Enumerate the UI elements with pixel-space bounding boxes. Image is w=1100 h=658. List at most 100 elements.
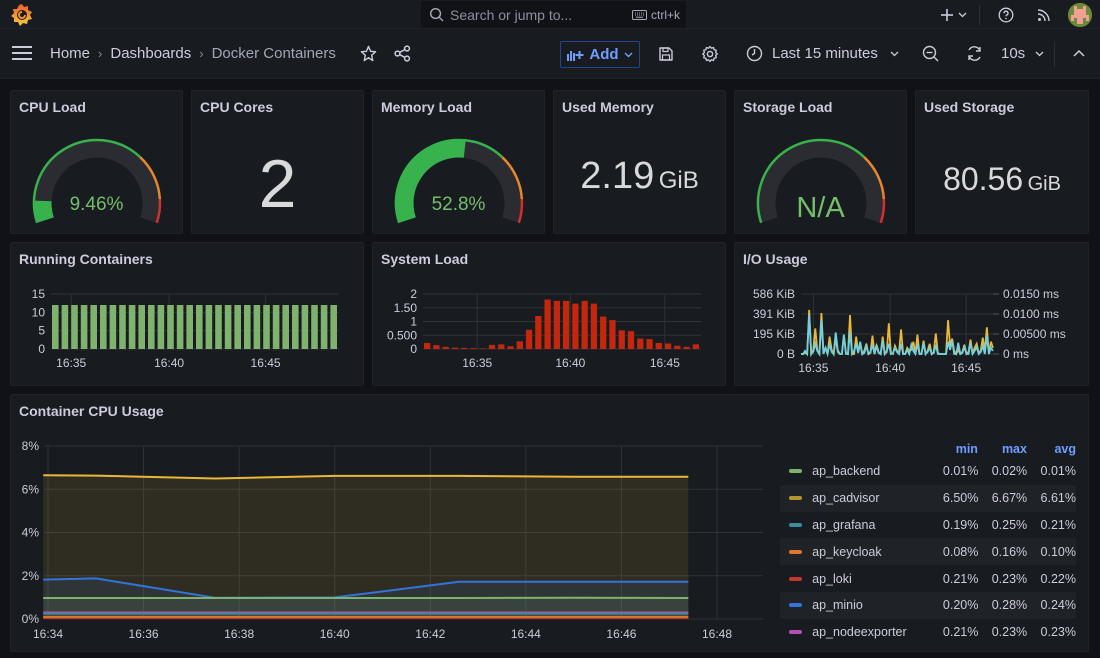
refresh-interval-picker[interactable]: 10s xyxy=(1001,45,1044,62)
legend-avg: 0.22% xyxy=(1040,571,1076,586)
panel-used-storage[interactable]: Used Storage 80.56 GiB xyxy=(915,90,1089,234)
bar xyxy=(128,305,136,349)
share-button[interactable] xyxy=(394,45,411,62)
bar xyxy=(301,305,309,349)
save-button[interactable] xyxy=(658,46,674,62)
legend-name: ap_keycloak xyxy=(812,544,882,559)
bar xyxy=(498,344,505,349)
bar xyxy=(600,316,607,349)
bar xyxy=(553,300,560,349)
legend-max: 0.25% xyxy=(991,517,1028,532)
x-tick-label: 16:40 xyxy=(320,627,350,641)
panel-memory-load[interactable]: Memory Load 52.8% xyxy=(372,90,545,234)
grafana-logo-icon[interactable] xyxy=(9,3,35,27)
breadcrumb-home[interactable]: Home xyxy=(50,45,90,62)
clock-icon xyxy=(746,45,763,62)
collapse-button[interactable] xyxy=(1073,49,1085,57)
shortcut-label: ctrl+k xyxy=(650,7,680,22)
bar xyxy=(451,347,459,349)
bar xyxy=(196,305,203,349)
zoom-out-button[interactable] xyxy=(922,45,939,62)
bar xyxy=(646,339,653,349)
bar xyxy=(234,305,241,349)
zoom-out-icon xyxy=(922,45,939,62)
time-range-picker[interactable]: Last 15 minutes xyxy=(746,45,899,62)
help-button[interactable] xyxy=(986,7,1026,23)
chevron-down-icon xyxy=(624,52,633,57)
avatar[interactable] xyxy=(1068,2,1092,27)
bar xyxy=(618,330,625,349)
bar xyxy=(90,305,97,349)
legend-row-ap_keycloak[interactable]: ap_keycloak 0.08% 0.16% 0.10% xyxy=(780,538,1076,566)
y-tick-label: 8% xyxy=(22,439,40,453)
settings-button[interactable] xyxy=(701,45,719,63)
legend-avg: 0.01% xyxy=(1040,464,1076,479)
legend-col-min[interactable]: min xyxy=(929,442,978,458)
y-left-tick-label: 0 B xyxy=(777,347,795,361)
legend-min: 0.21% xyxy=(942,571,979,586)
used-storage-unit: GiB xyxy=(1027,173,1061,195)
bar xyxy=(470,348,477,349)
y-tick-label: 0 xyxy=(410,342,417,356)
refresh-button[interactable] xyxy=(966,45,983,62)
bar xyxy=(563,300,570,349)
panel-io-usage[interactable]: I/O Usage 0 B0 ms 195 KiB 0.00500 ms 391 Ki… xyxy=(734,242,1089,386)
bar xyxy=(479,348,486,349)
add-button[interactable]: Add xyxy=(560,41,640,68)
divider xyxy=(979,4,980,25)
legend-col-max[interactable]: max xyxy=(978,442,1027,458)
bar xyxy=(52,305,59,349)
running-containers-chart: 0 5 10 15 16:35 16:40 16:45 xyxy=(32,287,339,370)
new-button[interactable] xyxy=(935,8,971,22)
legend-row-ap_minio[interactable]: ap_minio 0.20% 0.28% 0.24% xyxy=(780,591,1076,619)
legend-row-ap_nodeexporter[interactable]: ap_nodeexporter 0.21% 0.23% 0.23% xyxy=(780,619,1076,646)
news-button[interactable] xyxy=(1026,7,1062,22)
x-tick-label: 16:38 xyxy=(224,627,254,641)
bar xyxy=(100,305,107,349)
bar xyxy=(525,329,533,349)
legend-swatch xyxy=(789,522,803,527)
breadcrumb-dashboards[interactable]: Dashboards xyxy=(110,45,191,62)
panel-running-containers[interactable]: Running Containers 0 5 10 15 16:35 16:40 16:45 xyxy=(10,242,364,386)
legend-swatch xyxy=(789,549,803,554)
top-right-actions xyxy=(935,0,1100,29)
save-icon xyxy=(659,47,673,61)
legend-name: ap_cadvisor xyxy=(812,491,880,506)
search-icon xyxy=(429,7,444,22)
legend-min: 0.20% xyxy=(942,598,979,613)
bar xyxy=(138,305,145,349)
y-right-tick-label: 0.0100 ms xyxy=(1003,307,1059,321)
legend-header: min max avg xyxy=(780,442,1076,458)
y-tick-label: 0.500 xyxy=(387,328,417,342)
breadcrumb-separator: › xyxy=(199,46,204,61)
y-tick-label: 15 xyxy=(32,287,46,301)
panel-storage-load[interactable]: Storage Load N/A xyxy=(734,90,907,234)
legend-row-ap_loki[interactable]: ap_loki 0.21% 0.23% 0.22% xyxy=(780,565,1076,592)
bar xyxy=(461,347,468,349)
panel-system-load[interactable]: System Load 0 0.500 1 1.50 2 16:35 16:40 16:45 xyxy=(372,242,726,386)
used-storage-stat: 80.56 GiB xyxy=(916,161,1088,198)
bar xyxy=(535,316,542,349)
panel-used-memory[interactable]: Used Memory 2.19 GiB xyxy=(553,90,726,234)
bar xyxy=(224,305,232,349)
bar xyxy=(282,305,289,349)
legend-row-ap_cadvisor[interactable]: ap_cadvisor 6.50% 6.67% 6.61% xyxy=(780,484,1076,512)
search-placeholder: Search or jump to... xyxy=(450,6,573,23)
bar xyxy=(167,305,174,349)
used-memory-unit: GiB xyxy=(658,167,699,194)
legend-max: 0.16% xyxy=(991,544,1028,559)
chevron-down-icon xyxy=(1035,51,1044,56)
x-tick-label: 16:36 xyxy=(129,627,159,641)
y-left-tick-label: 586 KiB xyxy=(753,287,795,301)
panel-cpu-load[interactable]: CPU Load 9.46% xyxy=(10,90,183,234)
search-bar[interactable]: Search or jump to... ctrl+k xyxy=(421,1,686,28)
add-label: Add xyxy=(589,46,619,63)
panel-cpu-cores[interactable]: CPU Cores 2 xyxy=(191,90,364,234)
legend-name: ap_backend xyxy=(812,464,881,479)
legend-row-ap_backend[interactable]: ap_backend 0.01% 0.02% 0.01% xyxy=(780,458,1076,485)
legend-row-ap_grafana[interactable]: ap_grafana 0.19% 0.25% 0.21% xyxy=(780,512,1076,539)
menu-button[interactable] xyxy=(11,45,33,61)
legend-col-avg[interactable]: avg xyxy=(1027,442,1076,458)
star-button[interactable] xyxy=(360,45,377,62)
x-tick-label: 16:44 xyxy=(511,627,541,641)
